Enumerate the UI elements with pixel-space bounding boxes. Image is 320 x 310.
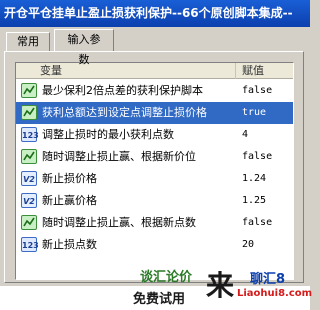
int-icon: 123 <box>21 127 39 142</box>
param-row[interactable]: 获利总额达到设定点调整止损价格 true <box>16 102 293 124</box>
param-value[interactable]: true <box>242 102 266 124</box>
column-header-value[interactable]: 赋值 <box>236 63 293 79</box>
tab-bar: 常用 输入参数 <box>0 27 310 66</box>
param-row[interactable]: 随时调整止损止赢、根据新点数 false <box>16 212 293 234</box>
input-params-panel: 变量 赋值 最少保利2倍点差的获利保护脚本 false 获利总额达到设定点调整止损价… <box>4 51 304 283</box>
param-name: 新止损点数 <box>42 238 97 251</box>
param-rows: 最少保利2倍点差的获利保护脚本 false 获利总额达到设定点调整止损价格 true 1… <box>16 80 293 256</box>
param-row[interactable]: 最少保利2倍点差的获利保护脚本 false <box>16 80 293 102</box>
param-name: 随时调整止损止赢、根据新价位 <box>42 150 196 163</box>
param-name: 调整止损时的最小获利点数 <box>42 128 174 141</box>
param-value[interactable]: 20 <box>242 234 254 256</box>
watermark-url: Liaohui8.com <box>237 288 313 299</box>
param-row[interactable]: V2 新止损价格 1.24 <box>16 168 293 190</box>
param-value[interactable]: 4 <box>242 124 248 146</box>
watermark-banner: 谈汇论价 免费试用 来 聊汇8 Liaohui8.com <box>0 269 313 310</box>
param-value[interactable]: false <box>242 146 272 168</box>
bool-icon <box>21 215 37 230</box>
param-name: 新止赢价格 <box>42 194 97 207</box>
param-row[interactable]: V2 新止赢价格 1.25 <box>16 190 293 212</box>
bool-icon <box>21 105 37 120</box>
double-icon: V2 <box>21 193 37 208</box>
watermark-big-char: 来 <box>206 269 235 302</box>
params-grid: 变量 赋值 最少保利2倍点差的获利保护脚本 false 获利总额达到设定点调整止损价… <box>15 62 294 280</box>
tab-common[interactable]: 常用 <box>6 32 50 51</box>
watermark-line2: 免费试用 <box>133 292 186 307</box>
int-icon: 123 <box>21 237 39 252</box>
param-name: 随时调整止损止赢、根据新点数 <box>42 216 196 229</box>
param-value[interactable]: false <box>242 80 272 102</box>
param-value[interactable]: 1.24 <box>242 168 266 190</box>
param-row[interactable]: 123 新止损点数 20 <box>16 234 293 256</box>
column-header-variable[interactable]: 变量 <box>16 63 236 79</box>
param-value[interactable]: 1.25 <box>242 190 266 212</box>
bool-icon <box>21 83 37 98</box>
param-name: 最少保利2倍点差的获利保护脚本 <box>42 84 203 97</box>
param-row[interactable]: 123 调整止损时的最小获利点数 4 <box>16 124 293 146</box>
tab-input-params[interactable]: 输入参数 <box>54 29 114 66</box>
watermark-line1: 谈汇论价 <box>140 270 193 285</box>
double-icon: V2 <box>21 171 37 186</box>
param-name: 获利总额达到设定点调整止损价格 <box>42 106 207 119</box>
param-value[interactable]: false <box>242 212 272 234</box>
grid-header: 变量 赋值 <box>16 63 293 79</box>
param-row[interactable]: 随时调整止损止赢、根据新价位 false <box>16 146 293 168</box>
param-name: 新止损价格 <box>42 172 97 185</box>
watermark-brand: 聊汇8 <box>250 272 286 287</box>
bool-icon <box>21 149 37 164</box>
window-title: 开仓平仓挂单止盈止损获利保护--66个原创脚本集成-- <box>0 0 310 27</box>
